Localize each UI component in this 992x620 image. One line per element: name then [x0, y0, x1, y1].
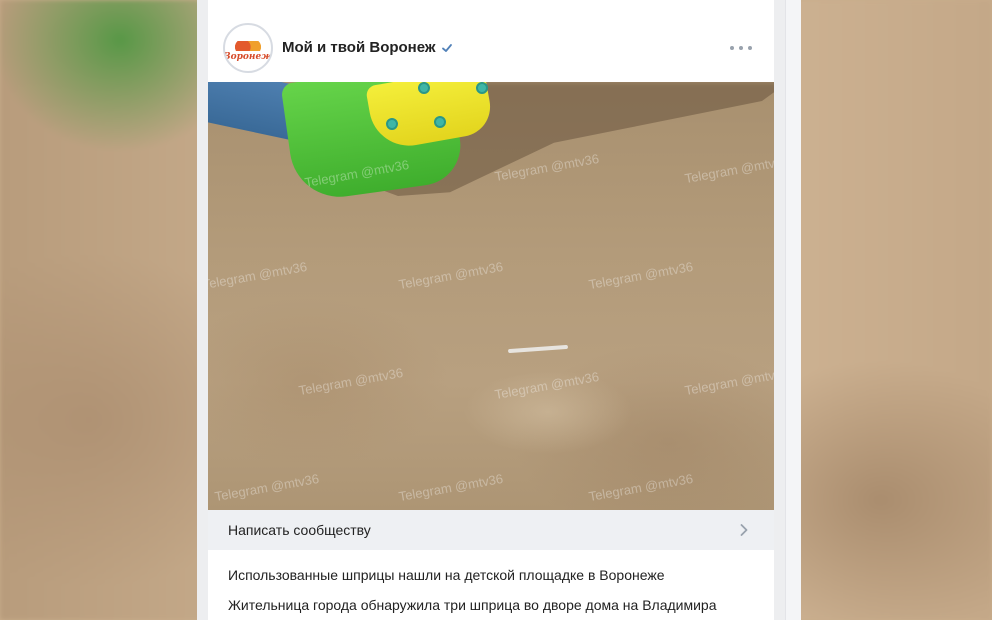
chevron-right-icon — [740, 524, 748, 536]
write-community-button[interactable]: Написать сообществу — [208, 510, 774, 550]
post-text: Использованные шприцы нашли на детской п… — [228, 566, 758, 620]
photo-watermark: Telegram @mtv36 — [397, 470, 505, 505]
photo-bolt — [418, 82, 430, 94]
photo-syringe — [507, 344, 569, 354]
verified-check-icon — [441, 43, 452, 52]
photo-watermark: Telegram @mtv36 — [683, 152, 774, 187]
photo-bolt — [434, 116, 446, 128]
group-avatar[interactable]: Воронеж — [223, 23, 273, 73]
photo-bolt — [386, 118, 398, 130]
post-text-line: Жительница города обнаружила три шприца … — [228, 597, 717, 613]
post-text-line: Использованные шприцы нашли на детской п… — [228, 567, 665, 583]
logo-mark-icon — [235, 40, 261, 51]
group-name-label: Мой и твой Воронеж — [282, 39, 436, 56]
photo-watermark: Telegram @mtv36 — [397, 258, 505, 293]
photo-watermark: Telegram @mtv36 — [297, 364, 405, 399]
photo-watermark: Telegram @mtv36 — [493, 368, 601, 403]
photo-watermark: Telegram @mtv36 — [683, 364, 774, 399]
phone-edge — [785, 0, 801, 620]
photo-watermark: Telegram @mtv36 — [213, 470, 321, 505]
group-name[interactable]: Мой и твой Воронеж — [282, 39, 453, 56]
photo-watermark: Telegram @mtv36 — [208, 258, 309, 293]
post-header: Воронеж Мой и твой Воронеж — [208, 0, 774, 82]
post-photo[interactable]: Telegram @mtv36 Telegram @mtv36 Telegram… — [208, 82, 774, 510]
avatar-logo-text: Воронеж — [223, 51, 273, 62]
photo-watermark: Telegram @mtv36 — [587, 470, 695, 505]
phone-screen: Воронеж Мой и твой Воронеж Telegram @mtv… — [197, 0, 801, 620]
photo-bolt — [476, 82, 488, 94]
photo-watermark: Telegram @mtv36 — [587, 258, 695, 293]
more-dots-icon[interactable] — [730, 40, 752, 56]
post-card: Воронеж Мой и твой Воронеж Telegram @mtv… — [208, 0, 774, 620]
write-community-label: Написать сообществу — [228, 522, 371, 538]
